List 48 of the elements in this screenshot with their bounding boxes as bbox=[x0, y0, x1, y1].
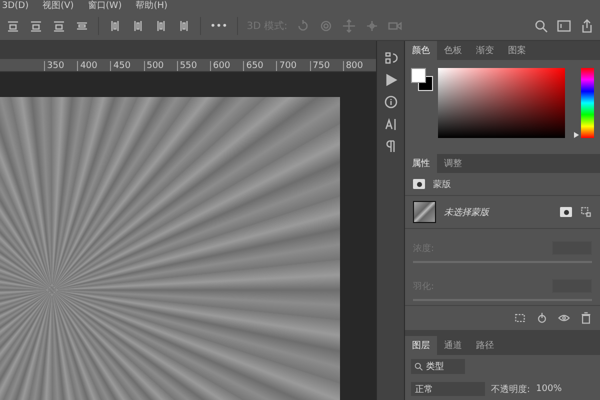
mask-icon bbox=[413, 179, 425, 189]
menu-item[interactable]: 窗口(W) bbox=[88, 0, 122, 12]
ruler-label: 750 bbox=[310, 61, 343, 71]
paragraph-icon[interactable] bbox=[384, 139, 398, 153]
play-icon[interactable] bbox=[384, 73, 398, 87]
pixel-mask-icon[interactable] bbox=[560, 207, 572, 217]
section-title: 蒙版 bbox=[433, 178, 451, 190]
panel-tab[interactable]: 色板 bbox=[437, 41, 469, 60]
color-field[interactable] bbox=[438, 68, 564, 138]
panel-tab[interactable]: 调整 bbox=[437, 154, 469, 173]
panel-tab[interactable]: 图案 bbox=[501, 41, 533, 60]
panel-tab[interactable]: 通道 bbox=[437, 336, 469, 355]
panel-tab[interactable]: 颜色 bbox=[405, 41, 437, 60]
search-icon[interactable] bbox=[414, 362, 423, 371]
menu-item[interactable]: 视图(V) bbox=[42, 0, 74, 12]
opacity-label: 不透明度: bbox=[491, 384, 530, 396]
share-icon[interactable] bbox=[580, 19, 594, 33]
align-icon[interactable] bbox=[6, 19, 20, 33]
info-icon[interactable] bbox=[384, 95, 398, 109]
more-button[interactable]: ••• bbox=[210, 20, 228, 32]
search-icon[interactable] bbox=[534, 19, 548, 33]
panel-tab[interactable]: 属性 bbox=[405, 154, 437, 173]
layer-filter[interactable]: 类型 bbox=[411, 359, 465, 374]
hue-slider-thumb[interactable] bbox=[574, 132, 578, 138]
panel-tab[interactable]: 路径 bbox=[469, 336, 501, 355]
ruler-label: 550 bbox=[176, 61, 210, 71]
panel-tab[interactable]: 渐变 bbox=[469, 41, 501, 60]
align-icon[interactable] bbox=[52, 19, 66, 33]
ruler-label: 500 bbox=[144, 61, 177, 71]
opacity-field[interactable]: 100% bbox=[536, 384, 562, 394]
ruler-label: 450 bbox=[110, 61, 144, 71]
blend-mode-dropdown[interactable]: 正常 bbox=[411, 382, 485, 396]
menu-item[interactable]: 3D(D) bbox=[2, 0, 29, 12]
character-icon[interactable] bbox=[384, 117, 398, 131]
ruler-label: 350 bbox=[44, 61, 78, 71]
color-swatches[interactable] bbox=[411, 68, 432, 90]
menu-item[interactable]: 帮助(H) bbox=[136, 0, 168, 12]
selection-icon[interactable] bbox=[514, 312, 526, 324]
layer-thumbnail bbox=[413, 201, 436, 223]
ruler-label: 700 bbox=[276, 61, 310, 71]
ruler-label: 600 bbox=[210, 61, 244, 71]
ruler-label: 400 bbox=[77, 61, 110, 71]
eye-icon[interactable] bbox=[558, 312, 570, 324]
align-icon[interactable] bbox=[29, 19, 43, 33]
panel-tab[interactable]: 图层 bbox=[405, 336, 437, 355]
ruler-label: 650 bbox=[243, 61, 276, 71]
mask-label: 未选择蒙版 bbox=[444, 206, 489, 218]
trash-icon[interactable] bbox=[580, 312, 592, 324]
